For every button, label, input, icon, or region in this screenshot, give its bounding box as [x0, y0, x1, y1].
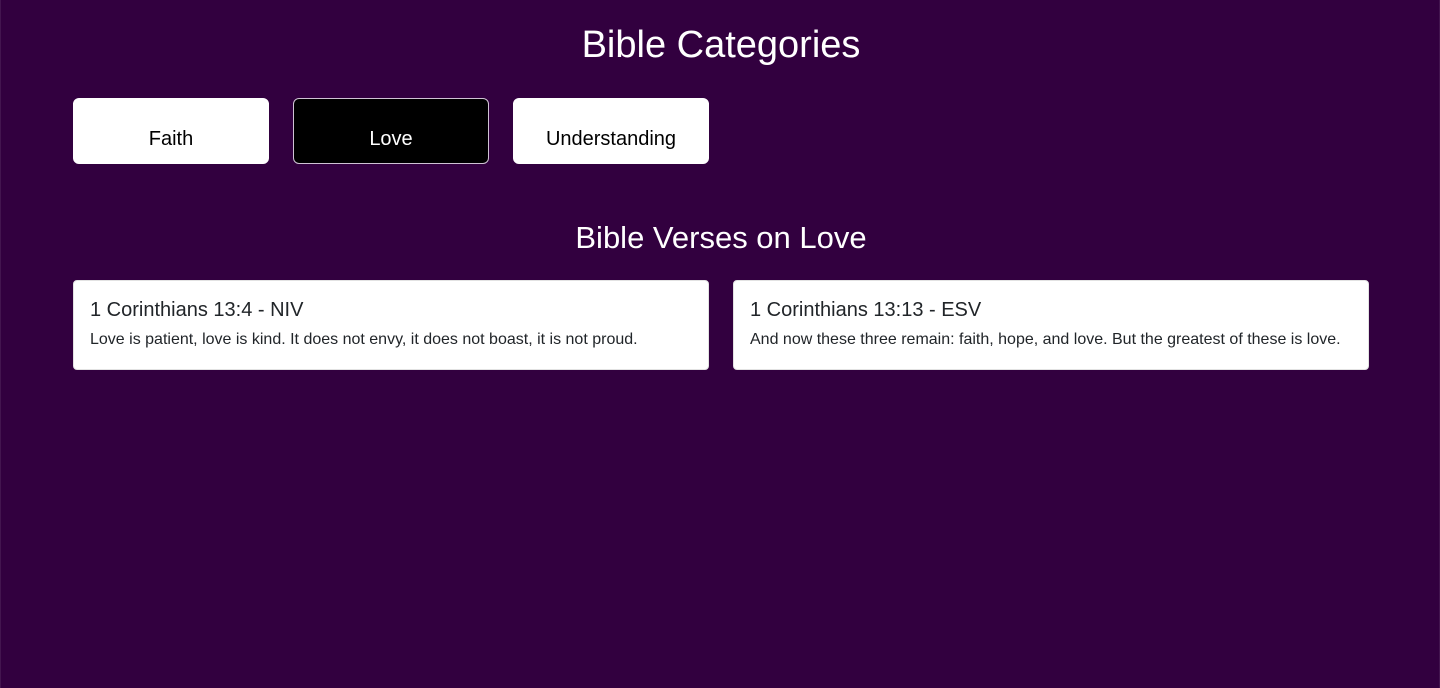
category-list: Faith Love Understanding [73, 98, 709, 164]
verse-reference: 1 Corinthians 13:4 - NIV [90, 299, 304, 321]
section-title: Bible Verses on Love [575, 220, 867, 255]
category-button-faith[interactable]: Faith [73, 98, 269, 164]
category-button-understanding[interactable]: Understanding [513, 98, 709, 164]
page: Bible Categories Faith Love Understandin… [0, 0, 1440, 688]
verse-text: And now these three remain: faith, hope,… [750, 331, 1341, 348]
verse-card: 1 Corinthians 13:4 - NIV Love is patient… [73, 280, 709, 370]
verse-list: 1 Corinthians 13:4 - NIV Love is patient… [73, 280, 1369, 370]
category-button-love[interactable]: Love [293, 98, 489, 164]
page-title: Bible Categories [581, 24, 861, 66]
verse-text: Love is patient, love is kind. It does n… [90, 331, 638, 348]
verse-reference: 1 Corinthians 13:13 - ESV [750, 299, 982, 321]
verse-card: 1 Corinthians 13:13 - ESV And now these … [733, 280, 1369, 370]
